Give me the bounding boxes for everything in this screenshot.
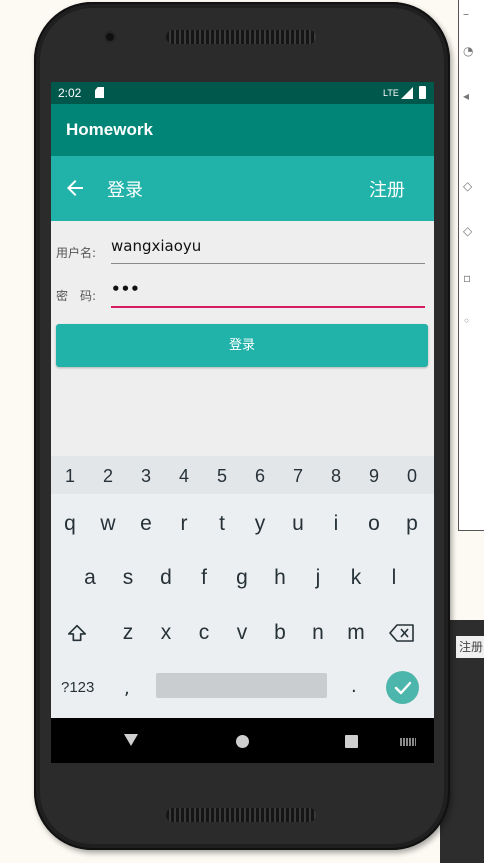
password-row: 密 码: •••: [51, 277, 434, 311]
battery-icon: [419, 86, 426, 99]
key-3[interactable]: 3: [127, 466, 165, 487]
app-title: Homework: [66, 120, 153, 139]
key-t[interactable]: t: [203, 512, 241, 536]
symbols-key[interactable]: ?123: [61, 679, 94, 696]
background-register-label: 注册: [456, 636, 484, 658]
zoom-icon: ◦: [463, 314, 471, 328]
key-w[interactable]: w: [89, 512, 127, 536]
back-arrow-icon[interactable]: [63, 176, 87, 200]
key-b[interactable]: b: [261, 621, 299, 645]
key-4[interactable]: 4: [165, 466, 203, 487]
key-i[interactable]: i: [317, 512, 355, 536]
key-v[interactable]: v: [223, 621, 261, 645]
username-input[interactable]: wangxiaoyu: [111, 237, 425, 263]
toolbar-title: 登录: [107, 180, 143, 201]
comma-key[interactable]: ,: [124, 678, 130, 699]
username-underline: [111, 263, 425, 264]
phone-screen: 2:02 LTE Homework 登录 注册 用户名: wangxiaoyu …: [51, 82, 434, 763]
top-speaker: [166, 30, 316, 44]
signal-icon: [401, 87, 413, 99]
key-q[interactable]: q: [51, 512, 89, 536]
power-icon: ◔: [463, 44, 474, 58]
key-r[interactable]: r: [165, 512, 203, 536]
key-7[interactable]: 7: [279, 466, 317, 487]
username-label: 用户名:: [56, 246, 97, 260]
app-bar: Homework: [51, 104, 434, 156]
key-9[interactable]: 9: [355, 466, 393, 487]
password-underline: [111, 306, 425, 308]
key-g[interactable]: g: [223, 566, 261, 590]
key-c[interactable]: c: [185, 621, 223, 645]
sd-card-icon: [95, 87, 104, 98]
nav-recents-icon[interactable]: [345, 735, 358, 748]
shift-icon[interactable]: [66, 622, 88, 644]
key-d[interactable]: d: [147, 566, 185, 590]
network-type: LTE: [383, 88, 399, 98]
status-time: 2:02: [58, 86, 82, 100]
rotate-right-icon: ◇: [463, 224, 473, 238]
key-s[interactable]: s: [109, 566, 147, 590]
key-0[interactable]: 0: [393, 466, 431, 487]
register-button[interactable]: 注册: [369, 176, 405, 202]
nav-home-icon[interactable]: [236, 735, 249, 748]
password-label: 密 码:: [56, 289, 97, 303]
key-u[interactable]: u: [279, 512, 317, 536]
space-bar[interactable]: [156, 673, 327, 698]
checkmark-icon: [394, 681, 412, 695]
username-row: 用户名: wangxiaoyu: [51, 234, 434, 268]
key-n[interactable]: n: [299, 621, 337, 645]
key-y[interactable]: y: [241, 512, 279, 536]
bottom-speaker: [166, 808, 316, 822]
keyboard-switch-icon[interactable]: [400, 738, 416, 746]
key-z[interactable]: z: [109, 621, 147, 645]
nav-back-icon[interactable]: [124, 734, 138, 746]
key-2[interactable]: 2: [89, 466, 127, 487]
key-k[interactable]: k: [337, 566, 375, 590]
key-a[interactable]: a: [71, 566, 109, 590]
minimize-icon: –: [463, 7, 469, 21]
key-l[interactable]: l: [375, 566, 413, 590]
backspace-icon[interactable]: [389, 624, 415, 642]
key-e[interactable]: e: [127, 512, 165, 536]
enter-key[interactable]: [386, 671, 419, 704]
status-bar: 2:02 LTE: [51, 82, 434, 104]
key-8[interactable]: 8: [317, 466, 355, 487]
key-m[interactable]: m: [337, 621, 375, 645]
key-p[interactable]: p: [393, 512, 431, 536]
keyboard-number-row: 1 2 3 4 5 6 7 8 9 0: [51, 456, 434, 494]
key-1[interactable]: 1: [51, 466, 89, 487]
password-input[interactable]: •••: [111, 280, 425, 306]
key-x[interactable]: x: [147, 621, 185, 645]
key-j[interactable]: j: [299, 566, 337, 590]
background-window: – ◔ ◂ ◇ ◇ ▫ ◦: [458, 0, 484, 531]
login-button[interactable]: 登录: [56, 324, 428, 367]
screenshot-icon: ▫: [463, 271, 472, 285]
front-camera: [106, 33, 114, 41]
volume-icon: ◂: [463, 89, 470, 103]
key-f[interactable]: f: [185, 566, 223, 590]
rotate-icon: ◇: [463, 179, 473, 193]
key-5[interactable]: 5: [203, 466, 241, 487]
period-key[interactable]: .: [351, 676, 357, 697]
key-h[interactable]: h: [261, 566, 299, 590]
navigation-bar: [51, 718, 434, 763]
login-toolbar: 登录 注册: [51, 156, 434, 221]
soft-keyboard: 1 2 3 4 5 6 7 8 9 0 q w e r t y u i o p …: [51, 456, 434, 718]
key-o[interactable]: o: [355, 512, 393, 536]
key-6[interactable]: 6: [241, 466, 279, 487]
